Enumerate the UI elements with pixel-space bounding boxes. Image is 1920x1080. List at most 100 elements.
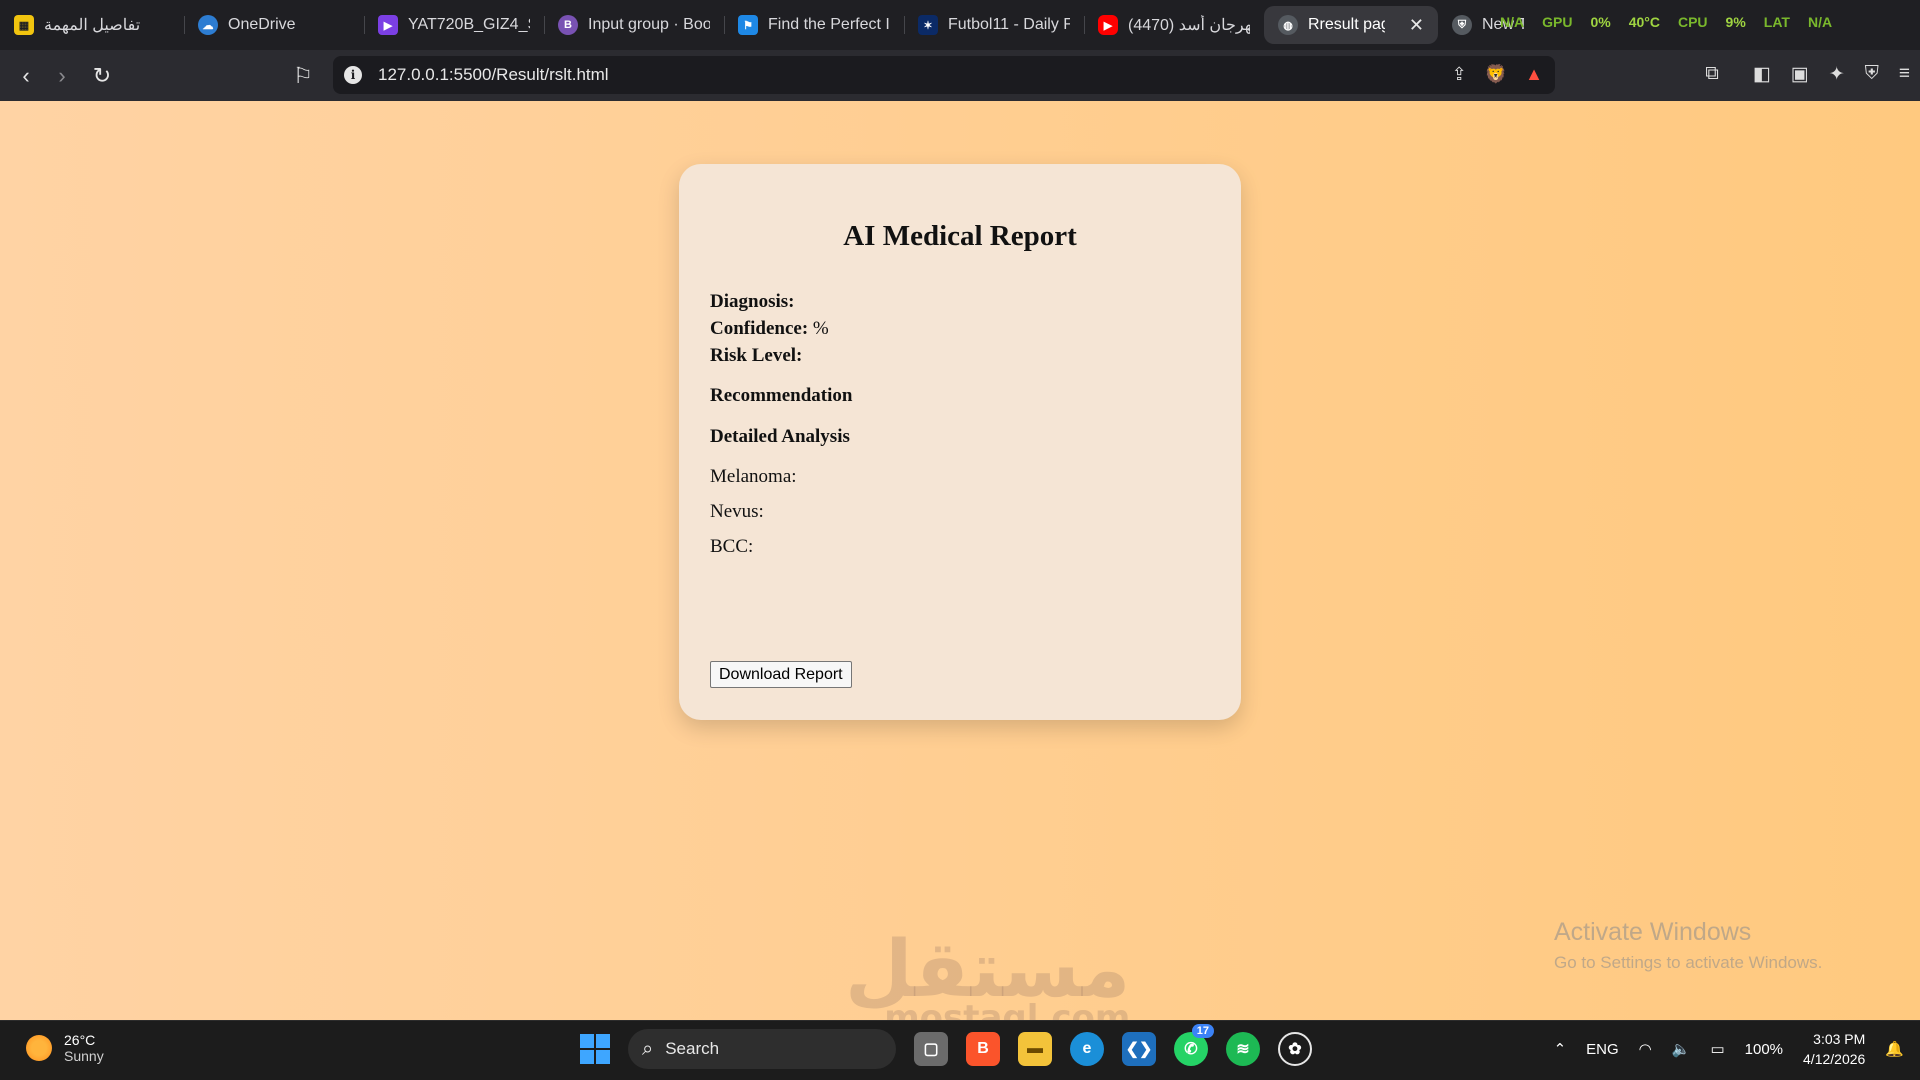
- close-tab-icon[interactable]: ✕: [1409, 15, 1424, 36]
- wallet-icon[interactable]: ▣: [1791, 63, 1809, 86]
- diagnosis-label: Diagnosis:: [710, 291, 795, 312]
- vpn-icon[interactable]: ⛨: [1865, 63, 1879, 86]
- windows-logo-tile: [596, 1034, 610, 1048]
- battery-percent: 100%: [1744, 1040, 1784, 1058]
- confidence-row: Confidence: %: [710, 318, 829, 340]
- performance-overlay: N/A GPU 0% 40°C CPU 9% LAT N/A: [1500, 14, 1832, 30]
- clock[interactable]: 3:03 PM 4/12/2026: [1803, 1029, 1865, 1069]
- tab-label: Futbol11 - Daily F: [948, 16, 1070, 33]
- tab-find-icon[interactable]: ⚑ Find the Perfect Ic: [724, 6, 904, 44]
- hud-na-1: N/A: [1500, 14, 1525, 30]
- nevus-label: Nevus:: [710, 501, 764, 522]
- hud-gpu-pct: 0%: [1590, 14, 1611, 30]
- forward-arrow-icon: ›: [58, 62, 66, 88]
- wifi-icon[interactable]: ◠: [1639, 1040, 1652, 1058]
- flag-icon: ⚑: [738, 15, 758, 35]
- spotify-icon[interactable]: ≋: [1226, 1032, 1260, 1066]
- leo-ai-icon[interactable]: ✦: [1829, 63, 1845, 86]
- chatgpt-icon[interactable]: ✿: [1278, 1032, 1312, 1066]
- weather-widget[interactable]: 26°C Sunny: [26, 1032, 104, 1064]
- report-card: AI Medical Report Diagnosis: Confidence:…: [679, 164, 1241, 720]
- risk-label: Risk Level:: [710, 345, 803, 366]
- tab-label: Find the Perfect Ic: [768, 16, 890, 33]
- tab-task-details[interactable]: ▦ تفاصيل المهمة: [0, 6, 184, 44]
- hud-cpu-pct: 9%: [1725, 14, 1746, 30]
- brave-rewards-icon[interactable]: ▲: [1525, 64, 1543, 85]
- analysis-heading: Detailed Analysis: [710, 426, 850, 447]
- activate-subtitle: Go to Settings to activate Windows.: [1554, 953, 1823, 972]
- globe-icon: ◍: [1278, 15, 1298, 35]
- menu-icon[interactable]: ≡: [1899, 63, 1910, 86]
- volume-icon[interactable]: 🔈: [1672, 1040, 1691, 1058]
- hud-na-2: N/A: [1807, 14, 1833, 30]
- recommendation-section: Recommendation: [710, 385, 852, 407]
- tab-futbol11[interactable]: ✶ Futbol11 - Daily F: [904, 6, 1084, 44]
- start-button[interactable]: [580, 1034, 610, 1064]
- brave-shields-icon[interactable]: 🦁: [1485, 64, 1507, 85]
- tab-result-page[interactable]: ◍ Rresult page ✕: [1264, 6, 1438, 44]
- tab-label: Input group · Boo: [588, 16, 710, 33]
- search-placeholder: Search: [665, 1039, 720, 1058]
- confidence-label: Confidence:: [710, 318, 809, 339]
- task-icon: ▦: [14, 15, 34, 35]
- notifications-icon[interactable]: 🔔: [1885, 1040, 1904, 1058]
- confidence-suffix: %: [812, 318, 829, 339]
- football-icon: ✶: [918, 15, 938, 35]
- bookmark-icon: ⚐: [293, 62, 313, 88]
- hud-lat-label: LAT: [1763, 14, 1790, 30]
- windows-logo-tile: [580, 1050, 594, 1064]
- brave-icon[interactable]: B: [966, 1032, 1000, 1066]
- activate-title: Activate Windows: [1554, 918, 1752, 946]
- weather-desc: Sunny: [64, 1048, 104, 1064]
- bootstrap-icon: B: [558, 15, 578, 35]
- windows-taskbar: 26°C Sunny ⌕ Search ▢ B ▬ e ❮❯ ✆ 17 ≋ ✿ …: [0, 1020, 1920, 1080]
- tab-youtube[interactable]: ▶ (4470) مهرجان أسد: [1084, 6, 1264, 44]
- tab-label: تفاصيل المهمة: [44, 17, 141, 34]
- tab-yat720b[interactable]: ▶ YAT720B_GIZ4_SW: [364, 6, 544, 44]
- task-view-icon[interactable]: ▢: [914, 1032, 948, 1066]
- hud-gpu-label: GPU: [1542, 14, 1573, 30]
- back-arrow-icon: ‹: [22, 62, 30, 88]
- tab-label: (4470) مهرجان أسد: [1128, 17, 1250, 34]
- site-info-icon[interactable]: i: [344, 66, 362, 84]
- whatsapp-badge: 17: [1191, 1024, 1214, 1038]
- show-hidden-icons-icon[interactable]: ⌃: [1554, 1040, 1567, 1058]
- tab-onedrive[interactable]: ☁ OneDrive: [184, 6, 364, 44]
- bookmark-button[interactable]: ⚐: [285, 58, 321, 94]
- taskbar-search[interactable]: ⌕ Search: [628, 1029, 896, 1069]
- file-explorer-icon[interactable]: ▬: [1018, 1032, 1052, 1066]
- hud-gpu-temp: 40°C: [1628, 14, 1660, 30]
- download-report-button[interactable]: Download Report: [710, 661, 852, 688]
- clock-date: 4/12/2026: [1803, 1051, 1866, 1067]
- vscode-icon[interactable]: ❮❯: [1122, 1032, 1156, 1066]
- tab-label: Rresult page: [1308, 16, 1385, 33]
- report-title: AI Medical Report: [843, 220, 1077, 252]
- edge-icon[interactable]: e: [1070, 1032, 1104, 1066]
- whatsapp-icon[interactable]: ✆ 17: [1174, 1024, 1214, 1066]
- shield-icon: ⛨: [1452, 15, 1472, 35]
- forward-button[interactable]: ›: [44, 58, 80, 94]
- address-bar[interactable]: i 127.0.0.1:5500/Result/rslt.html ⇪ 🦁 ▲: [333, 56, 1555, 94]
- share-icon[interactable]: ⇪: [1452, 64, 1467, 85]
- language-indicator[interactable]: ENG: [1586, 1041, 1619, 1058]
- recommendation-heading: Recommendation: [710, 385, 853, 406]
- sidebar-icon[interactable]: ◧: [1753, 63, 1771, 86]
- battery-icon[interactable]: ▭: [1710, 1040, 1724, 1058]
- diagnosis-row: Diagnosis:: [710, 291, 794, 313]
- tab-label: OneDrive: [228, 16, 296, 33]
- melanoma-label: Melanoma:: [710, 466, 797, 487]
- reader-mode-icon[interactable]: ⧉: [1705, 63, 1719, 86]
- cloud-icon: ☁: [198, 15, 218, 35]
- reload-button[interactable]: ↻: [84, 58, 120, 94]
- analysis-section: Detailed Analysis: [710, 426, 850, 448]
- reload-icon: ↻: [92, 62, 112, 88]
- tab-input-group[interactable]: B Input group · Boo: [544, 6, 724, 44]
- weather-temp: 26°C: [64, 1032, 96, 1048]
- tab-label: YAT720B_GIZ4_SW: [408, 16, 530, 33]
- address-url[interactable]: 127.0.0.1:5500/Result/rslt.html: [378, 65, 609, 85]
- system-tray: ⌃ ENG ◠ 🔈 ▭ 100% 3:03 PM 4/12/2026 🔔: [1554, 1029, 1904, 1069]
- bcc-label: BCC:: [710, 536, 754, 557]
- search-icon: ⌕: [642, 1037, 654, 1060]
- back-button[interactable]: ‹: [8, 58, 44, 94]
- youtube-icon: ▶: [1098, 15, 1118, 35]
